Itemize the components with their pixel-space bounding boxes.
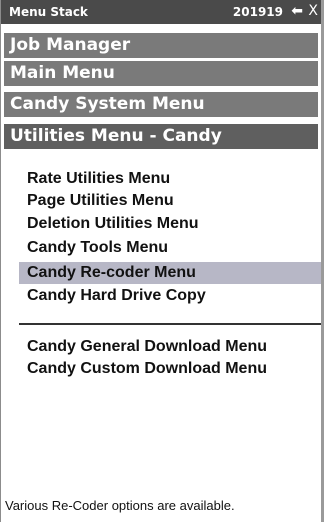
- status-text: Various Re-Coder options are available.: [5, 498, 235, 513]
- menu-item-candy-general-download[interactable]: Candy General Download Menu: [19, 336, 321, 358]
- menu-item-page-utilities[interactable]: Page Utilities Menu: [19, 190, 321, 212]
- close-button[interactable]: X: [308, 3, 318, 19]
- menu-item-candy-recoder[interactable]: Candy Re-coder Menu: [19, 262, 321, 284]
- menu-separator: [19, 323, 321, 325]
- menu-item-candy-custom-download[interactable]: Candy Custom Download Menu: [19, 358, 321, 380]
- stack-item-job-manager[interactable]: Job Manager: [4, 33, 318, 58]
- menu-item-candy-hard-drive-copy[interactable]: Candy Hard Drive Copy: [19, 285, 321, 307]
- stack-item-utilities-menu-candy[interactable]: Utilities Menu - Candy: [4, 124, 318, 149]
- window-title: Menu Stack: [9, 5, 88, 19]
- menu-stack-panel: Menu Stack 201919 ⬅ X Job Manager Main M…: [0, 0, 324, 522]
- menu-code: 201919: [232, 5, 283, 19]
- menu-item-candy-tools[interactable]: Candy Tools Menu: [19, 237, 321, 259]
- title-bar: Menu Stack 201919 ⬅ X: [1, 0, 321, 24]
- left-arrow-icon[interactable]: ⬅: [291, 3, 303, 19]
- stack-item-main-menu[interactable]: Main Menu: [4, 61, 318, 86]
- menu-item-rate-utilities[interactable]: Rate Utilities Menu: [19, 168, 321, 190]
- stack-item-candy-system-menu[interactable]: Candy System Menu: [4, 92, 318, 117]
- menu-item-deletion-utilities[interactable]: Deletion Utilities Menu: [19, 213, 321, 235]
